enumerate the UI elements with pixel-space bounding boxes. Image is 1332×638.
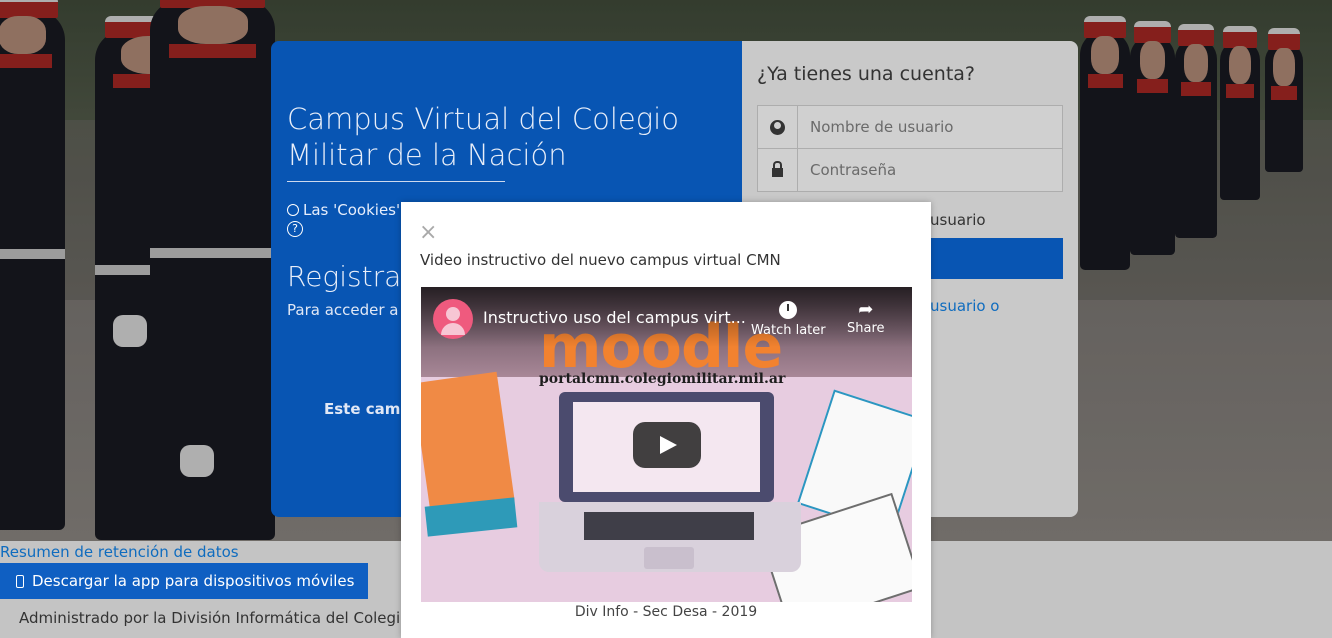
username-placeholder: Nombre de usuario <box>810 118 954 136</box>
help-icon[interactable]: ? <box>287 221 303 237</box>
video-modal: × Video instructivo del nuevo campus vir… <box>401 202 931 638</box>
password-placeholder: Contraseña <box>810 161 897 179</box>
close-icon[interactable]: × <box>419 222 437 244</box>
watch-later-label: Watch later <box>751 323 826 338</box>
forgot-credentials-link[interactable]: usuario o <box>930 297 999 315</box>
watch-later-button[interactable]: Watch later <box>751 299 826 338</box>
cookies-notice-text: Las 'Cookies' <box>303 201 401 219</box>
mobile-phone-icon <box>16 574 24 588</box>
thumbnail-keyboard <box>539 502 801 572</box>
admin-text: Administrado por la División Informática… <box>19 609 410 627</box>
username-field[interactable]: Nombre de usuario <box>757 105 1063 149</box>
site-title: Campus Virtual del Colegio Militar de la… <box>287 102 679 172</box>
username-icon-box <box>758 106 798 148</box>
account-question: ¿Ya tienes una cuenta? <box>757 63 976 85</box>
share-label: Share <box>847 321 885 336</box>
lock-icon <box>772 161 783 177</box>
password-icon-box <box>758 149 798 191</box>
user-icon <box>770 119 785 135</box>
register-heading: Registrar <box>287 260 413 293</box>
share-button[interactable]: ➦ Share <box>847 299 885 336</box>
remember-username-label[interactable]: usuario <box>930 211 986 229</box>
channel-avatar[interactable] <box>433 299 473 339</box>
cookies-notice: Las 'Cookies' <box>287 201 400 219</box>
share-icon: ➦ <box>858 299 874 320</box>
modal-caption: Div Info - Sec Desa - 2019 <box>574 604 758 620</box>
video-title[interactable]: Instructivo uso del campus virt... <box>483 308 746 327</box>
check-circle-icon <box>287 204 299 216</box>
mobile-app-button-label: Descargar la app para dispositivos móvil… <box>32 572 355 590</box>
title-divider <box>287 181 505 182</box>
password-field[interactable]: Contraseña <box>757 148 1063 192</box>
youtube-video-embed[interactable]: moodle portalcmn.colegiomilitar.mil.ar I… <box>421 287 912 602</box>
clock-icon <box>779 301 798 319</box>
mobile-app-button[interactable]: Descargar la app para dispositivos móvil… <box>0 563 368 599</box>
thumbnail-url-text: portalcmn.colegiomilitar.mil.ar <box>539 371 786 387</box>
modal-title: Video instructivo del nuevo campus virtu… <box>420 251 781 269</box>
play-icon[interactable] <box>633 422 701 468</box>
data-retention-link[interactable]: Resumen de retención de datos <box>0 543 239 561</box>
